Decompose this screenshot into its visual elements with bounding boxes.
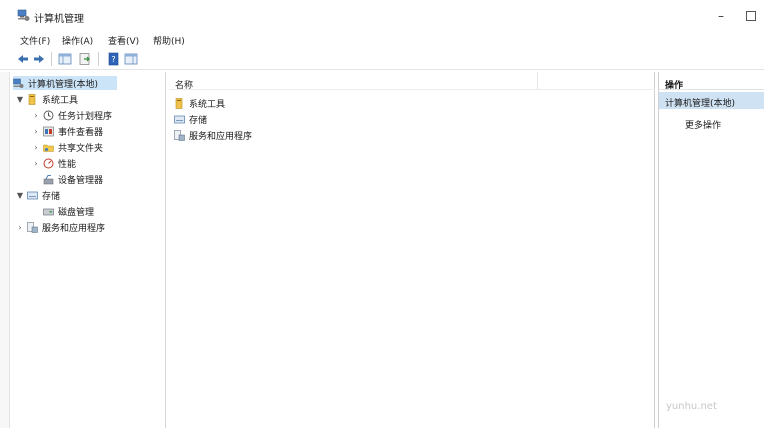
- result-pane: 名称 系统工具 存储 服务和应用程序: [169, 72, 655, 428]
- tree-item-event-viewer[interactable]: › 事件查看器: [32, 124, 103, 138]
- more-actions-link[interactable]: 更多操作: [685, 118, 721, 131]
- device-manager-icon: [43, 174, 54, 184]
- list-item-storage[interactable]: 存储: [174, 112, 207, 126]
- actions-section-label: 计算机管理(本地): [665, 99, 736, 109]
- computer-management-icon: [13, 78, 24, 88]
- tree-item-label: 共享文件夹: [58, 143, 104, 154]
- system-tools-icon: [28, 93, 36, 105]
- menu-help[interactable]: 帮助(H): [153, 34, 185, 47]
- chevron-right-icon[interactable]: ›: [32, 159, 40, 168]
- performance-icon: [43, 158, 54, 168]
- chevron-right-icon[interactable]: ›: [16, 223, 24, 232]
- window-title: 计算机管理: [34, 14, 84, 25]
- show-hide-action-pane-icon[interactable]: [124, 52, 138, 66]
- chevron-right-icon[interactable]: ›: [32, 111, 40, 120]
- minimize-button[interactable]: –: [712, 7, 730, 25]
- toolbar-separator: [98, 52, 99, 66]
- storage-icon: [174, 115, 185, 123]
- toolbar-separator: [51, 52, 52, 66]
- toolbar: ?: [0, 48, 764, 70]
- watermark: yunhu.net: [666, 401, 717, 412]
- menu-file[interactable]: 文件(F): [20, 34, 50, 47]
- chevron-right-icon[interactable]: ›: [32, 143, 40, 152]
- menu-view[interactable]: 查看(V): [108, 34, 139, 47]
- storage-icon: [27, 191, 38, 199]
- export-list-icon[interactable]: [78, 52, 92, 66]
- maximize-button[interactable]: [746, 11, 756, 21]
- chevron-down-icon[interactable]: ▼: [16, 191, 24, 200]
- chevron-right-icon[interactable]: ›: [32, 127, 40, 136]
- disk-management-icon: [43, 208, 54, 215]
- list-item-label: 服务和应用程序: [189, 131, 253, 142]
- tree-item-computer-management[interactable]: 计算机管理(本地): [13, 76, 117, 90]
- menu-bar: 文件(F) 操作(A) 查看(V) 帮助(H): [0, 32, 764, 48]
- forward-arrow-icon[interactable]: [32, 52, 46, 66]
- tree-item-label: 任务计划程序: [58, 111, 113, 122]
- tree-item-label: 性能: [58, 159, 77, 170]
- tree-item-label: 事件查看器: [58, 127, 104, 138]
- menu-action[interactable]: 操作(A): [62, 34, 93, 47]
- tree-item-device-manager[interactable]: 设备管理器: [43, 172, 103, 186]
- list-item-label: 系统工具: [189, 99, 226, 110]
- back-arrow-icon[interactable]: [16, 52, 30, 66]
- tree-item-disk-management[interactable]: 磁盘管理: [43, 204, 94, 218]
- list-item-label: 存储: [189, 115, 208, 126]
- list-item-system-tools[interactable]: 系统工具: [174, 96, 225, 110]
- svg-text:?: ?: [111, 55, 115, 64]
- tree-item-label: 服务和应用程序: [42, 223, 106, 234]
- column-header-name[interactable]: 名称: [175, 78, 193, 91]
- actions-header: 操作: [659, 72, 764, 91]
- tree-item-services-apps[interactable]: › 服务和应用程序: [16, 220, 105, 234]
- list-item-services-apps[interactable]: 服务和应用程序: [174, 128, 252, 142]
- tree-item-label: 存储: [42, 191, 61, 202]
- clock-icon: [43, 110, 54, 120]
- system-tools-icon: [175, 97, 183, 109]
- services-apps-icon: [27, 221, 38, 233]
- tree-item-task-scheduler[interactable]: › 任务计划程序: [32, 108, 112, 122]
- shared-folder-icon: [43, 144, 54, 152]
- column-divider[interactable]: [537, 72, 538, 90]
- window-left-edge: [0, 72, 10, 428]
- chevron-down-icon[interactable]: ▼: [16, 95, 24, 104]
- actions-pane: 操作 计算机管理(本地) 更多操作: [658, 72, 764, 428]
- title-bar: 计算机管理 –: [0, 0, 764, 32]
- event-viewer-icon: [43, 126, 54, 136]
- tree-item-system-tools[interactable]: ▼ 系统工具: [16, 92, 78, 106]
- console-tree: 计算机管理(本地) ▼ 系统工具 › 任务计划程序 › 事件查看器 › 共享文件…: [10, 72, 166, 428]
- actions-header-label: 操作: [665, 81, 684, 91]
- tree-item-performance[interactable]: › 性能: [32, 156, 76, 170]
- help-icon[interactable]: ?: [107, 52, 121, 66]
- tree-item-storage[interactable]: ▼ 存储: [16, 188, 60, 202]
- list-column-header: 名称: [169, 72, 655, 91]
- tree-item-label: 系统工具: [42, 95, 79, 106]
- tree-item-label: 计算机管理(本地): [28, 79, 99, 90]
- tree-item-shared-folders[interactable]: › 共享文件夹: [32, 140, 103, 154]
- tree-item-label: 设备管理器: [58, 175, 104, 186]
- actions-section-computer-management[interactable]: 计算机管理(本地): [659, 92, 764, 109]
- show-hide-console-tree-icon[interactable]: [58, 52, 72, 66]
- services-apps-icon: [174, 129, 185, 141]
- computer-management-icon: [17, 9, 30, 21]
- tree-item-label: 磁盘管理: [58, 207, 95, 218]
